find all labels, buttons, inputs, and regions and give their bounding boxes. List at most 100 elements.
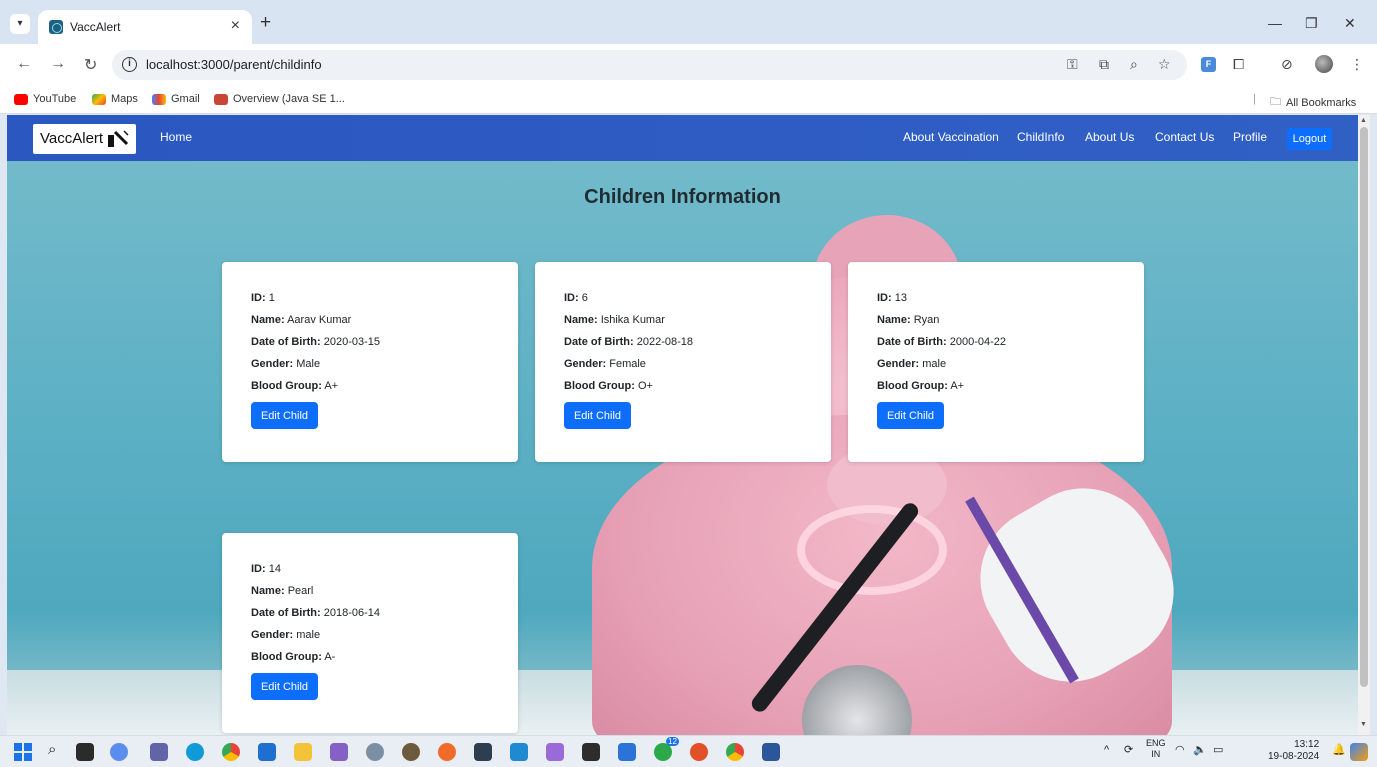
nav-childinfo[interactable]: ChildInfo: [1017, 130, 1064, 144]
cast-icon[interactable]: ⧉: [1099, 56, 1109, 73]
child-blood: A+: [950, 380, 965, 392]
gender-label: Gender:: [251, 629, 294, 641]
app-icon[interactable]: [402, 743, 420, 761]
windows-taskbar: ⌕ 12 ^ ⟳ ENG IN ◠ 🔈 ▭ 13:12 19-08-2024 🔔: [0, 735, 1377, 767]
sync-icon[interactable]: ⟳: [1124, 743, 1133, 756]
teams-icon[interactable]: [150, 743, 168, 761]
oracle-icon: [214, 93, 228, 105]
profile-avatar[interactable]: [1315, 55, 1333, 73]
chrome-icon[interactable]: [222, 743, 240, 761]
child-blood-line: Blood Group: O+: [564, 380, 653, 392]
reload-icon[interactable]: ↻: [84, 55, 97, 75]
tab-close-icon[interactable]: ×: [231, 17, 240, 35]
extension-f-icon[interactable]: F: [1201, 57, 1216, 72]
child-id: 13: [894, 292, 907, 304]
store-icon[interactable]: [258, 743, 276, 761]
app-icon[interactable]: [690, 743, 708, 761]
minimize-icon[interactable]: —: [1268, 15, 1282, 31]
chevron-up-icon[interactable]: ^: [1104, 744, 1109, 756]
name-label: Name:: [251, 314, 285, 326]
edit-child-button[interactable]: Edit Child: [251, 673, 318, 700]
dob-label: Date of Birth:: [564, 336, 634, 348]
language-code: ENG: [1146, 738, 1166, 748]
address-bar[interactable]: i localhost:3000/parent/childinfo ⚿ ⧉ ⌕ …: [112, 50, 1187, 80]
bookmark-gmail[interactable]: Gmail: [152, 93, 200, 105]
nav-contact-us[interactable]: Contact Us: [1155, 130, 1214, 144]
wifi-icon[interactable]: ◠: [1175, 743, 1185, 756]
child-id-line: ID: 6: [564, 292, 588, 304]
all-bookmarks-button[interactable]: 🗀 All Bookmarks: [1270, 93, 1356, 112]
close-window-icon[interactable]: ✕: [1344, 15, 1356, 32]
gender-label: Gender:: [877, 358, 920, 370]
child-blood-line: Blood Group: A+: [251, 380, 338, 392]
file-explorer-icon[interactable]: [294, 743, 312, 761]
scroll-down-icon[interactable]: ▼: [1360, 721, 1367, 728]
dob-label: Date of Birth:: [251, 336, 321, 348]
restore-icon[interactable]: ❐: [1305, 15, 1318, 32]
child-id: 1: [268, 292, 275, 304]
key-icon[interactable]: ⚿: [1067, 56, 1078, 73]
name-label: Name:: [564, 314, 598, 326]
bookmark-java-overview[interactable]: Overview (Java SE 1...: [214, 93, 345, 105]
language-indicator[interactable]: ENG IN: [1146, 738, 1166, 760]
browser-toolbar: ← → ↻ i localhost:3000/parent/childinfo …: [0, 44, 1377, 86]
tab-list-button[interactable]: ▾: [10, 14, 30, 34]
back-arrow-icon[interactable]: ←: [16, 55, 32, 73]
app-icon[interactable]: [474, 743, 492, 761]
notification-bell-icon[interactable]: 🔔: [1332, 743, 1346, 756]
name-label: Name:: [251, 585, 285, 597]
bookmark-label: YouTube: [33, 93, 77, 105]
task-view-icon[interactable]: [76, 743, 94, 761]
settings-gear-icon[interactable]: [366, 743, 384, 761]
bookmark-maps[interactable]: Maps: [92, 93, 138, 105]
new-tab-button[interactable]: +: [260, 13, 271, 32]
bookmark-youtube[interactable]: YouTube: [14, 93, 76, 105]
child-card: ID: 14 Name: Pearl Date of Birth: 2018-0…: [222, 533, 518, 733]
folder-icon: 🗀: [1270, 96, 1281, 108]
extensions-puzzle-icon[interactable]: ⧠: [1233, 56, 1244, 73]
forward-arrow-icon[interactable]: →: [50, 55, 66, 73]
id-label: ID:: [251, 563, 266, 575]
postman-icon[interactable]: [438, 743, 456, 761]
chrome-icon[interactable]: [726, 743, 744, 761]
child-name-line: Name: Pearl: [251, 585, 313, 597]
bookmark-label: Overview (Java SE 1...: [233, 93, 345, 105]
search-icon[interactable]: ⌕: [48, 741, 56, 758]
nav-about-vaccination[interactable]: About Vaccination: [903, 130, 999, 144]
battery-icon[interactable]: ▭: [1213, 743, 1223, 756]
page-title: Children Information: [584, 186, 781, 208]
windows-start-icon[interactable]: [14, 743, 32, 761]
page-scrollbar[interactable]: ▲ ▼: [1358, 115, 1370, 735]
visual-studio-icon[interactable]: [330, 743, 348, 761]
word-icon[interactable]: [762, 743, 780, 761]
copilot-icon[interactable]: [1350, 743, 1368, 761]
terminal-icon[interactable]: [582, 743, 600, 761]
scroll-up-icon[interactable]: ▲: [1360, 117, 1367, 124]
bookmark-star-icon[interactable]: ☆: [1158, 56, 1171, 73]
edit-child-button[interactable]: Edit Child: [564, 402, 631, 429]
weather-icon[interactable]: [110, 743, 128, 761]
edge-icon[interactable]: [186, 743, 204, 761]
brand-logo[interactable]: VaccAlert: [33, 124, 136, 154]
nav-home[interactable]: Home: [160, 130, 192, 144]
visual-studio-icon[interactable]: [546, 743, 564, 761]
child-name: Aarav Kumar: [287, 314, 352, 326]
child-blood-line: Blood Group: A+: [877, 380, 964, 392]
edit-child-button[interactable]: Edit Child: [877, 402, 944, 429]
nav-about-us[interactable]: About Us: [1085, 130, 1134, 144]
menu-kebab-icon[interactable]: ⋮: [1350, 56, 1364, 73]
url-text[interactable]: localhost:3000/parent/childinfo: [146, 57, 322, 72]
tab-vaccalert[interactable]: VaccAlert ×: [38, 10, 252, 44]
zoom-icon[interactable]: ⌕: [1130, 56, 1138, 73]
nav-profile[interactable]: Profile: [1233, 130, 1267, 144]
edit-child-button[interactable]: Edit Child: [251, 402, 318, 429]
notepad-icon[interactable]: [618, 743, 636, 761]
performance-icon[interactable]: ⊘: [1281, 56, 1293, 73]
clock[interactable]: 13:12 19-08-2024: [1268, 739, 1319, 763]
logout-button[interactable]: Logout: [1287, 128, 1332, 150]
scroll-thumb[interactable]: [1360, 127, 1368, 687]
vscode-icon[interactable]: [510, 743, 528, 761]
site-info-icon[interactable]: i: [122, 57, 137, 72]
volume-icon[interactable]: 🔈: [1193, 743, 1207, 756]
child-name-line: Name: Ishika Kumar: [564, 314, 665, 326]
